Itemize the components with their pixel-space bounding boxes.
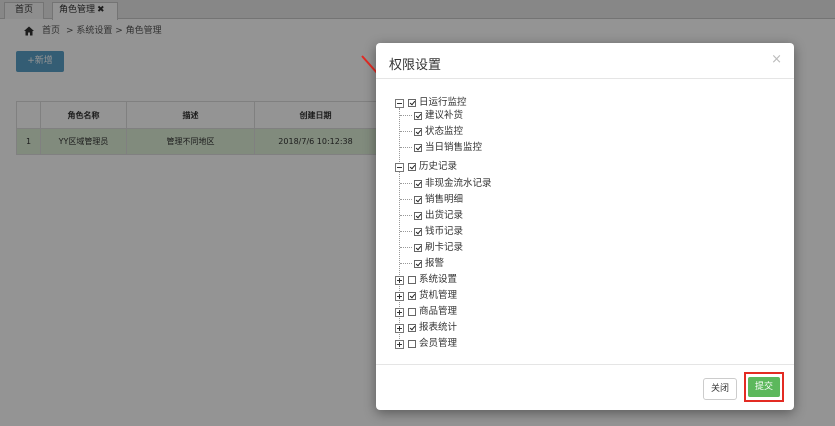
tree-node-daily-monitoring[interactable]: 日运行监控 bbox=[395, 96, 467, 110]
tree-node-member-management[interactable]: 会员管理 bbox=[395, 337, 457, 351]
tree-node-shipment-records[interactable]: 出货记录 bbox=[414, 209, 463, 223]
checkbox-sales-details[interactable] bbox=[414, 196, 422, 204]
tree-node-card-records[interactable]: 刷卡记录 bbox=[414, 241, 463, 255]
node-label: 日运行监控 bbox=[419, 97, 467, 108]
expand-icon[interactable] bbox=[395, 307, 404, 317]
tree-node-reports[interactable]: 报表统计 bbox=[395, 321, 457, 335]
node-label: 销售明细 bbox=[425, 194, 464, 205]
checkbox-system-settings[interactable] bbox=[408, 276, 416, 284]
tree-line bbox=[400, 183, 412, 184]
node-label: 报警 bbox=[425, 258, 445, 269]
tree-node-system-settings[interactable]: 系统设置 bbox=[395, 273, 457, 287]
permission-settings-modal: 权限设置 × 日运行监控 建议补货 状态监控 当日销售监控 历史记录 非现金流水… bbox=[376, 43, 794, 410]
tree-node-daily-sales[interactable]: 当日销售监控 bbox=[414, 141, 482, 155]
checkbox-daily-sales[interactable] bbox=[414, 144, 422, 152]
checkbox-status-monitoring[interactable] bbox=[414, 128, 422, 136]
checkbox-card-records[interactable] bbox=[414, 244, 422, 252]
collapse-icon[interactable] bbox=[395, 162, 404, 172]
tree-node-sales-details[interactable]: 销售明细 bbox=[414, 193, 463, 207]
tree-node-history[interactable]: 历史记录 bbox=[395, 160, 457, 174]
checkbox-reports[interactable] bbox=[408, 324, 416, 332]
tree-node-coin-records[interactable]: 钱币记录 bbox=[414, 225, 463, 239]
checkbox-coin-records[interactable] bbox=[414, 228, 422, 236]
checkbox-alarm[interactable] bbox=[414, 260, 422, 268]
tree-line bbox=[400, 247, 412, 248]
tree-line bbox=[400, 231, 412, 232]
node-label: 报表统计 bbox=[419, 322, 458, 333]
node-label: 商品管理 bbox=[419, 306, 458, 317]
checkbox-member-management[interactable] bbox=[408, 340, 416, 348]
node-label: 刷卡记录 bbox=[425, 242, 464, 253]
node-label: 历史记录 bbox=[419, 161, 458, 172]
expand-icon[interactable] bbox=[395, 275, 404, 285]
checkbox-machine-management[interactable] bbox=[408, 292, 416, 300]
checkbox-restock-suggestion[interactable] bbox=[414, 112, 422, 120]
collapse-icon[interactable] bbox=[395, 98, 404, 108]
node-label: 当日销售监控 bbox=[425, 142, 483, 153]
expand-icon[interactable] bbox=[395, 323, 404, 333]
modal-header: 权限设置 × bbox=[376, 43, 794, 79]
tree-line bbox=[400, 215, 412, 216]
node-label: 钱币记录 bbox=[425, 226, 464, 237]
tree-line bbox=[400, 131, 412, 132]
checkbox-product-management[interactable] bbox=[408, 308, 416, 316]
node-label: 状态监控 bbox=[425, 126, 464, 137]
tree-node-status-monitoring[interactable]: 状态监控 bbox=[414, 125, 463, 139]
checkbox-shipment-records[interactable] bbox=[414, 212, 422, 220]
node-label: 出货记录 bbox=[425, 210, 464, 221]
node-label: 建议补货 bbox=[425, 110, 464, 121]
checkbox-noncash-records[interactable] bbox=[414, 180, 422, 188]
checkbox-history[interactable] bbox=[408, 163, 416, 171]
tree-node-machine-management[interactable]: 货机管理 bbox=[395, 289, 457, 303]
tree-node-restock-suggestion[interactable]: 建议补货 bbox=[414, 109, 463, 123]
node-label: 会员管理 bbox=[419, 338, 458, 349]
node-label: 系统设置 bbox=[419, 274, 458, 285]
modal-footer: 关闭 提交 bbox=[376, 364, 794, 410]
tree-line bbox=[400, 115, 412, 116]
tree-node-product-management[interactable]: 商品管理 bbox=[395, 305, 457, 319]
checkbox-daily-monitoring[interactable] bbox=[408, 99, 416, 107]
tree-line bbox=[400, 147, 412, 148]
node-label: 货机管理 bbox=[419, 290, 458, 301]
close-icon[interactable]: × bbox=[771, 52, 782, 67]
submit-highlight: 提交 bbox=[744, 372, 784, 402]
submit-button[interactable]: 提交 bbox=[748, 377, 780, 397]
tree-line bbox=[400, 199, 412, 200]
tree-node-noncash-records[interactable]: 非现金流水记录 bbox=[414, 177, 492, 191]
modal-title: 权限设置 bbox=[389, 58, 442, 73]
tree-line bbox=[400, 263, 412, 264]
close-button[interactable]: 关闭 bbox=[703, 378, 737, 400]
expand-icon[interactable] bbox=[395, 291, 404, 301]
node-label: 非现金流水记录 bbox=[425, 178, 492, 189]
expand-icon[interactable] bbox=[395, 339, 404, 349]
tree-node-alarm[interactable]: 报警 bbox=[414, 257, 444, 271]
